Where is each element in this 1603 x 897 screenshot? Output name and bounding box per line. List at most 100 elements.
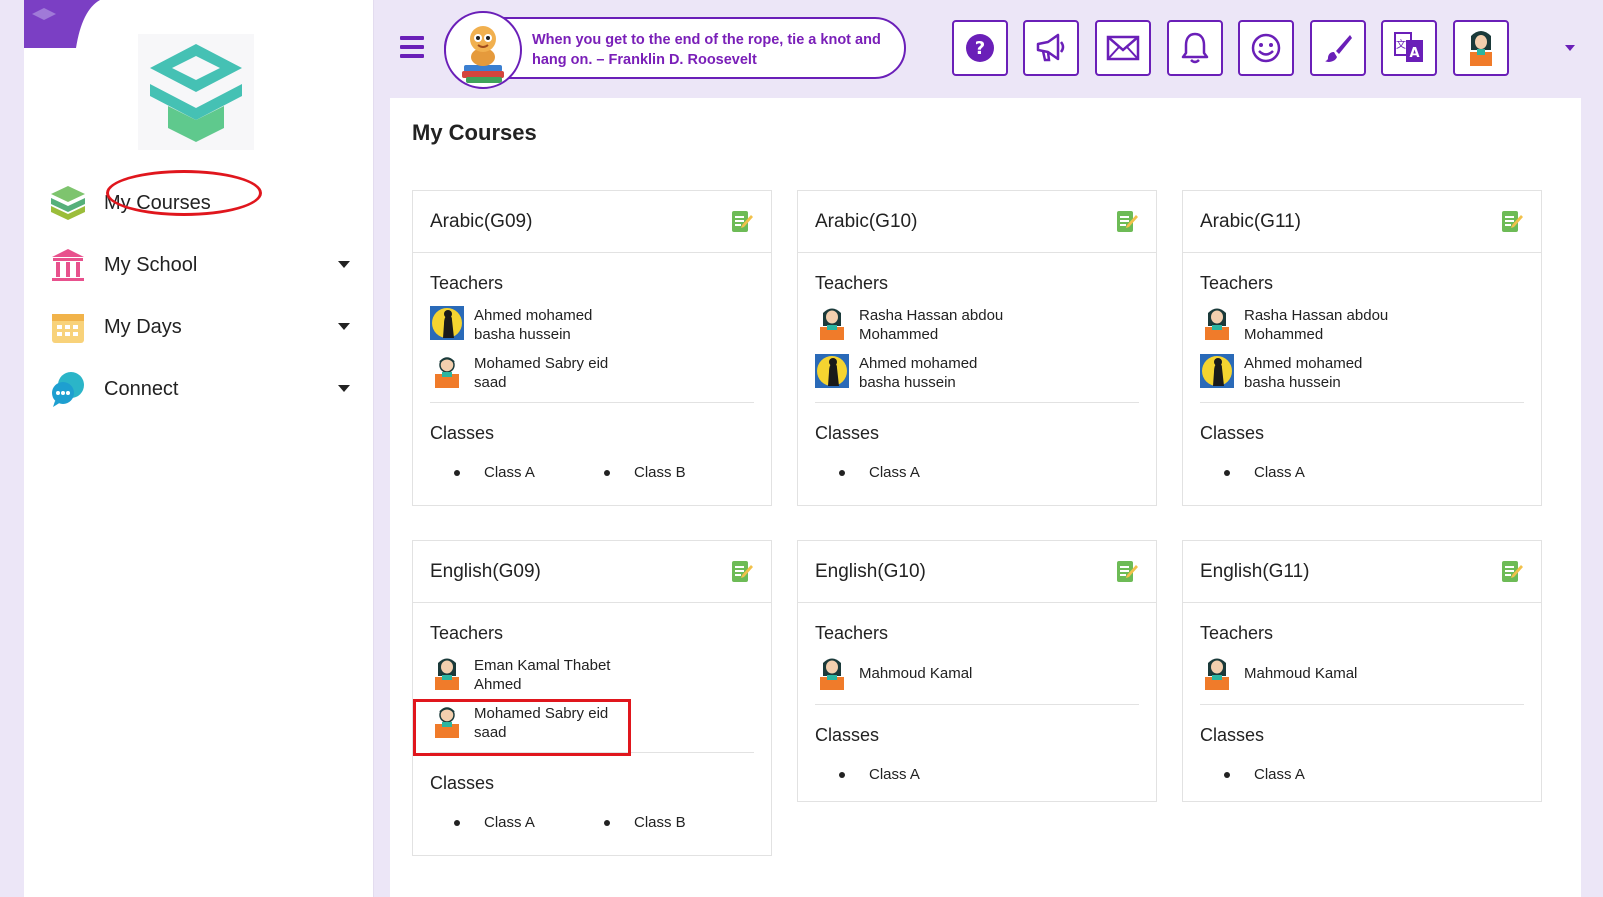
edit-notes-icon[interactable]: [1116, 209, 1138, 233]
course-title[interactable]: English(G10): [815, 561, 926, 583]
teacher-row[interactable]: Mahmoud Kamal: [1200, 656, 1524, 694]
quote-banner: When you get to the end of the rope, tie…: [444, 11, 906, 89]
user-avatar-icon: [1470, 31, 1492, 66]
bookworm-mascot-icon: [444, 11, 522, 89]
course-card-english-g09[interactable]: English(G09) Teachers Eman Kamal Thabet …: [412, 540, 772, 856]
calendar-icon: [48, 307, 88, 347]
sidebar-item-label: My Days: [104, 315, 182, 338]
chevron-down-icon[interactable]: [1565, 45, 1575, 51]
svg-text:A: A: [1409, 46, 1419, 61]
card-body: Teachers Rasha Hassan abdou Mohammed Ahm…: [1183, 253, 1541, 501]
silhouette-avatar-icon: [1200, 354, 1234, 388]
messages-button[interactable]: [1095, 20, 1151, 76]
edit-notes-icon[interactable]: [1116, 559, 1138, 583]
teachers-label: Teachers: [1200, 623, 1274, 643]
sidebar-item-label: Connect: [104, 377, 179, 400]
class-item[interactable]: Class A: [839, 464, 1001, 481]
notifications-button[interactable]: [1167, 20, 1223, 76]
card-header: Arabic(G10): [798, 191, 1156, 253]
hamburger-menu-icon[interactable]: [400, 36, 424, 58]
edit-notes-icon[interactable]: [1501, 559, 1523, 583]
sidebar-item-my-days[interactable]: My Days: [48, 296, 358, 358]
card-header: English(G10): [798, 541, 1156, 603]
divider: [1200, 402, 1524, 403]
chevron-down-icon[interactable]: [338, 261, 350, 268]
teacher-name: Rasha Hassan abdou Mohammed: [1244, 307, 1389, 343]
teacher-row[interactable]: Ahmed mohamed basha hussein: [430, 306, 754, 344]
class-list: Class A: [1200, 464, 1524, 501]
course-card-english-g10[interactable]: English(G10) Teachers Mahmoud Kamal Clas…: [797, 540, 1157, 802]
teacher-row[interactable]: Eman Kamal Thabet Ahmed: [430, 656, 754, 694]
card-header: Arabic(G11): [1183, 191, 1541, 253]
announcements-button[interactable]: [1023, 20, 1079, 76]
class-list: Class A: [1200, 766, 1524, 803]
teacher-row[interactable]: Mohamed Sabry eid saad: [430, 354, 754, 392]
teacher-row[interactable]: Rasha Hassan abdou Mohammed: [1200, 306, 1524, 344]
books-icon: [48, 183, 88, 223]
teacher-row[interactable]: Rasha Hassan abdou Mohammed: [815, 306, 1139, 344]
course-title[interactable]: English(G11): [1200, 561, 1309, 583]
teacher-name: Ahmed mohamed basha hussein: [474, 307, 593, 343]
annotation-ellipse: [106, 170, 262, 216]
course-title[interactable]: Arabic(G09): [430, 211, 532, 233]
language-button[interactable]: A 文: [1381, 20, 1437, 76]
translate-icon: A 文: [1394, 32, 1423, 62]
class-item[interactable]: Class A: [1224, 464, 1386, 481]
chevron-down-icon[interactable]: [338, 323, 350, 330]
classes-label: Classes: [1200, 725, 1265, 745]
chevron-down-icon[interactable]: [338, 385, 350, 392]
classes-label: Classes: [430, 423, 495, 443]
edit-notes-icon[interactable]: [731, 559, 753, 583]
divider: [1200, 704, 1524, 705]
edit-notes-icon[interactable]: [731, 209, 753, 233]
theme-button[interactable]: [1310, 20, 1366, 76]
card-body: Teachers Ahmed mohamed basha hussein Moh…: [413, 253, 771, 501]
teachers-label: Teachers: [430, 273, 504, 293]
class-item[interactable]: Class A: [1224, 766, 1386, 783]
smiley-icon: [1251, 33, 1281, 63]
edit-notes-icon[interactable]: [1501, 209, 1523, 233]
card-header: English(G11): [1183, 541, 1541, 603]
course-card-arabic-g10[interactable]: Arabic(G10) Teachers Rasha Hassan abdou …: [797, 190, 1157, 506]
teacher-row[interactable]: Mahmoud Kamal: [815, 656, 1139, 694]
sidebar-item-my-school[interactable]: My School: [48, 234, 358, 296]
sidebar-item-label: My School: [104, 253, 198, 276]
course-card-english-g11[interactable]: English(G11) Teachers Mahmoud Kamal Clas…: [1182, 540, 1542, 802]
silhouette-avatar-icon: [430, 306, 464, 340]
card-header: English(G09): [413, 541, 771, 603]
teacher-name: Ahmed mohamed basha hussein: [1244, 355, 1363, 391]
classes-label: Classes: [815, 423, 880, 443]
divider: [430, 402, 754, 403]
divider: [815, 704, 1139, 705]
classes-label: Classes: [1200, 423, 1265, 443]
female-teacher-avatar-icon: [815, 306, 849, 340]
mood-button[interactable]: [1238, 20, 1294, 76]
paintbrush-icon: [1325, 35, 1352, 62]
class-item[interactable]: Class A: [454, 464, 604, 481]
class-item[interactable]: Class A: [454, 814, 604, 831]
class-list: Class A: [815, 464, 1139, 501]
class-item[interactable]: Class A: [839, 766, 1001, 783]
help-button[interactable]: ?: [952, 20, 1008, 76]
course-title[interactable]: English(G09): [430, 561, 541, 583]
svg-text:文: 文: [1396, 38, 1406, 51]
course-title[interactable]: Arabic(G10): [815, 211, 917, 233]
teachers-label: Teachers: [1200, 273, 1274, 293]
course-card-arabic-g09[interactable]: Arabic(G09) Teachers Ahmed mohamed basha…: [412, 190, 772, 506]
course-card-arabic-g11[interactable]: Arabic(G11) Teachers Rasha Hassan abdou …: [1182, 190, 1542, 506]
course-title[interactable]: Arabic(G11): [1200, 211, 1301, 233]
user-profile-button[interactable]: [1453, 20, 1509, 76]
teacher-row[interactable]: Ahmed mohamed basha hussein: [1200, 354, 1524, 392]
class-list: Class A Class B: [430, 464, 754, 501]
bell-icon: [1181, 32, 1209, 64]
silhouette-avatar-icon: [815, 354, 849, 388]
class-item[interactable]: Class B: [604, 814, 754, 831]
teacher-name: Eman Kamal Thabet Ahmed: [474, 657, 611, 693]
classes-label: Classes: [430, 773, 495, 793]
sidebar-item-my-courses[interactable]: My Courses: [48, 170, 358, 234]
sidebar-item-connect[interactable]: Connect: [48, 358, 358, 420]
teacher-row[interactable]: Ahmed mohamed basha hussein: [815, 354, 1139, 392]
classes-label: Classes: [815, 725, 880, 745]
female-teacher-avatar-icon: [1200, 306, 1234, 340]
class-item[interactable]: Class B: [604, 464, 754, 481]
